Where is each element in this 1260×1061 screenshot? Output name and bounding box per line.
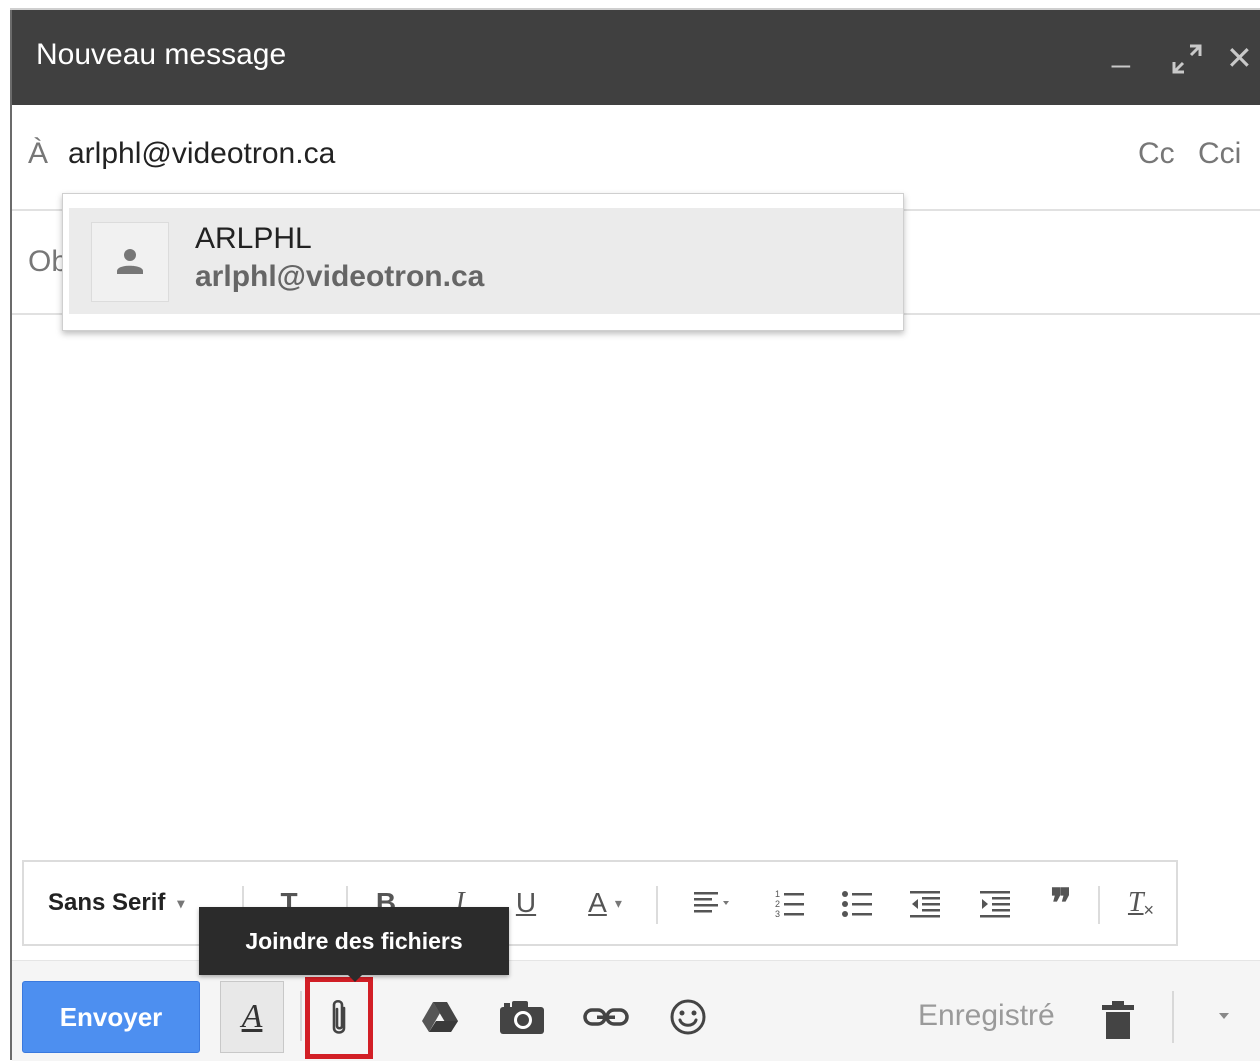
discard-draft-button[interactable]: [1098, 995, 1138, 1045]
send-button[interactable]: Envoyer: [22, 981, 200, 1053]
remove-formatting-x-icon: ×: [1143, 899, 1155, 920]
numbered-list-button[interactable]: 1 2 3: [764, 880, 814, 926]
indent-less-button[interactable]: [900, 880, 950, 926]
insert-photo-button[interactable]: [496, 991, 548, 1043]
indent-less-icon: [910, 891, 940, 918]
font-dropdown-icon: ▾: [177, 894, 185, 911]
contact-email: arlphl@videotron.ca: [195, 260, 485, 293]
text-color-button[interactable]: A ▾: [572, 880, 638, 926]
formatting-toolbar: Sans Serif ▾ T B I U A ▾ 1 2 3 ❞ T ×: [22, 860, 1178, 946]
text-color-dropdown-icon: ▾: [614, 894, 622, 911]
message-body[interactable]: [12, 315, 1260, 855]
compose-window: Nouveau message _ ✕ À arlphl@videotron.c…: [0, 0, 1260, 1061]
toolbar-separator: [656, 886, 658, 924]
compose-title: Nouveau message: [36, 38, 287, 71]
insert-link-button[interactable]: [580, 991, 632, 1043]
google-drive-button[interactable]: [414, 991, 466, 1043]
emoji-icon: [670, 999, 706, 1035]
bulleted-list-icon: [842, 891, 872, 917]
contact-name: ARLPHL: [195, 222, 312, 255]
remove-formatting-button[interactable]: T ×: [1116, 880, 1166, 926]
chevron-down-icon: [1219, 1013, 1229, 1019]
expand-icon[interactable]: [1170, 42, 1204, 81]
camera-icon: [500, 1001, 544, 1034]
person-icon: [117, 249, 143, 274]
draft-saved-status: Enregistré: [918, 999, 1055, 1032]
attach-files-tooltip: Joindre des fichiers: [199, 907, 509, 975]
font-family-select[interactable]: Sans Serif ▾: [48, 880, 184, 926]
toolbar-separator: [300, 991, 302, 1041]
formatting-options-button[interactable]: A: [220, 981, 284, 1053]
cc-link[interactable]: Cc: [1138, 137, 1175, 171]
paperclip-icon: [332, 999, 346, 1034]
align-button[interactable]: [674, 880, 750, 926]
svg-text:1: 1: [775, 889, 780, 899]
quote-button[interactable]: ❞: [1036, 880, 1086, 926]
svg-text:2: 2: [775, 899, 780, 909]
remove-formatting-glyph: T: [1127, 887, 1144, 918]
toolbar-separator: [1172, 991, 1174, 1043]
contact-avatar: [91, 222, 169, 302]
svg-text:3: 3: [775, 909, 780, 919]
tooltip-arrow: [348, 975, 362, 982]
underline-button[interactable]: U: [504, 880, 548, 926]
minimize-icon[interactable]: _: [1112, 34, 1130, 66]
font-family-value: Sans Serif: [48, 889, 166, 916]
compose-titlebar[interactable]: Nouveau message _ ✕: [12, 10, 1260, 105]
contact-suggestion-dropdown: ARLPHL arlphl@videotron.ca: [62, 193, 904, 331]
bulleted-list-button[interactable]: [832, 880, 882, 926]
toolbar-separator: [1098, 886, 1100, 924]
more-options-button[interactable]: [1212, 1003, 1236, 1027]
cci-link[interactable]: Cci: [1198, 137, 1241, 171]
contact-suggestion-item[interactable]: ARLPHL arlphl@videotron.ca: [69, 208, 903, 314]
indent-more-icon: [980, 891, 1010, 918]
trash-icon: [1102, 1001, 1134, 1039]
attach-files-button[interactable]: [305, 977, 373, 1059]
to-label: À: [28, 137, 49, 170]
close-icon[interactable]: ✕: [1226, 42, 1253, 74]
align-left-icon: [694, 892, 729, 913]
numbered-list-icon: 1 2 3: [775, 889, 804, 919]
insert-emoji-button[interactable]: [662, 991, 714, 1043]
link-icon: [583, 1008, 629, 1026]
expand-arrows-svg: [1172, 44, 1202, 74]
google-drive-icon: [422, 1002, 458, 1032]
formatting-options-icon: A: [241, 998, 263, 1035]
to-input[interactable]: arlphl@videotron.ca: [68, 137, 335, 171]
compose-bottom-toolbar: Envoyer A Enregistré: [12, 960, 1260, 1061]
text-color-glyph: A: [588, 887, 607, 918]
indent-more-button[interactable]: [970, 880, 1020, 926]
